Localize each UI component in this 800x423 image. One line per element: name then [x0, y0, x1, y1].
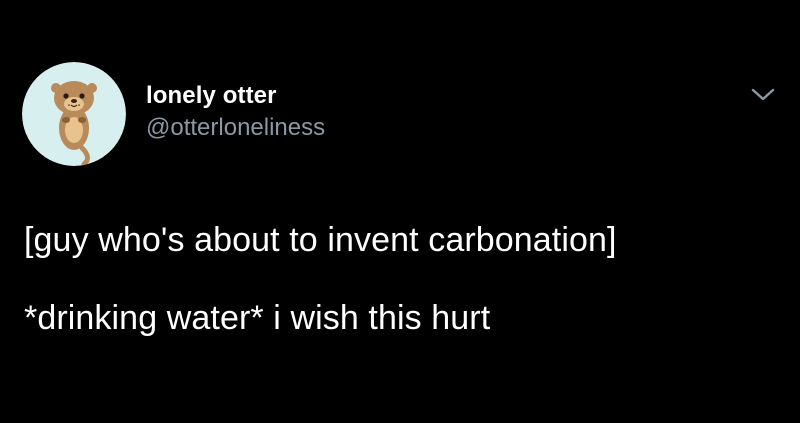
- author-handle[interactable]: @otterloneliness: [146, 114, 325, 142]
- chevron-down-icon: [751, 88, 775, 101]
- author-display-name[interactable]: lonely otter: [146, 82, 277, 110]
- tweet-text-line: [guy who's about to invent carbonation]: [24, 221, 617, 259]
- otter-avatar-icon: [22, 62, 126, 166]
- tweet-card: lonely otter @otterloneliness [guy who's…: [0, 0, 800, 423]
- avatar[interactable]: [22, 62, 126, 166]
- tweet-text-line: *drinking water* i wish this hurt: [24, 299, 491, 337]
- more-options-button[interactable]: [748, 80, 778, 110]
